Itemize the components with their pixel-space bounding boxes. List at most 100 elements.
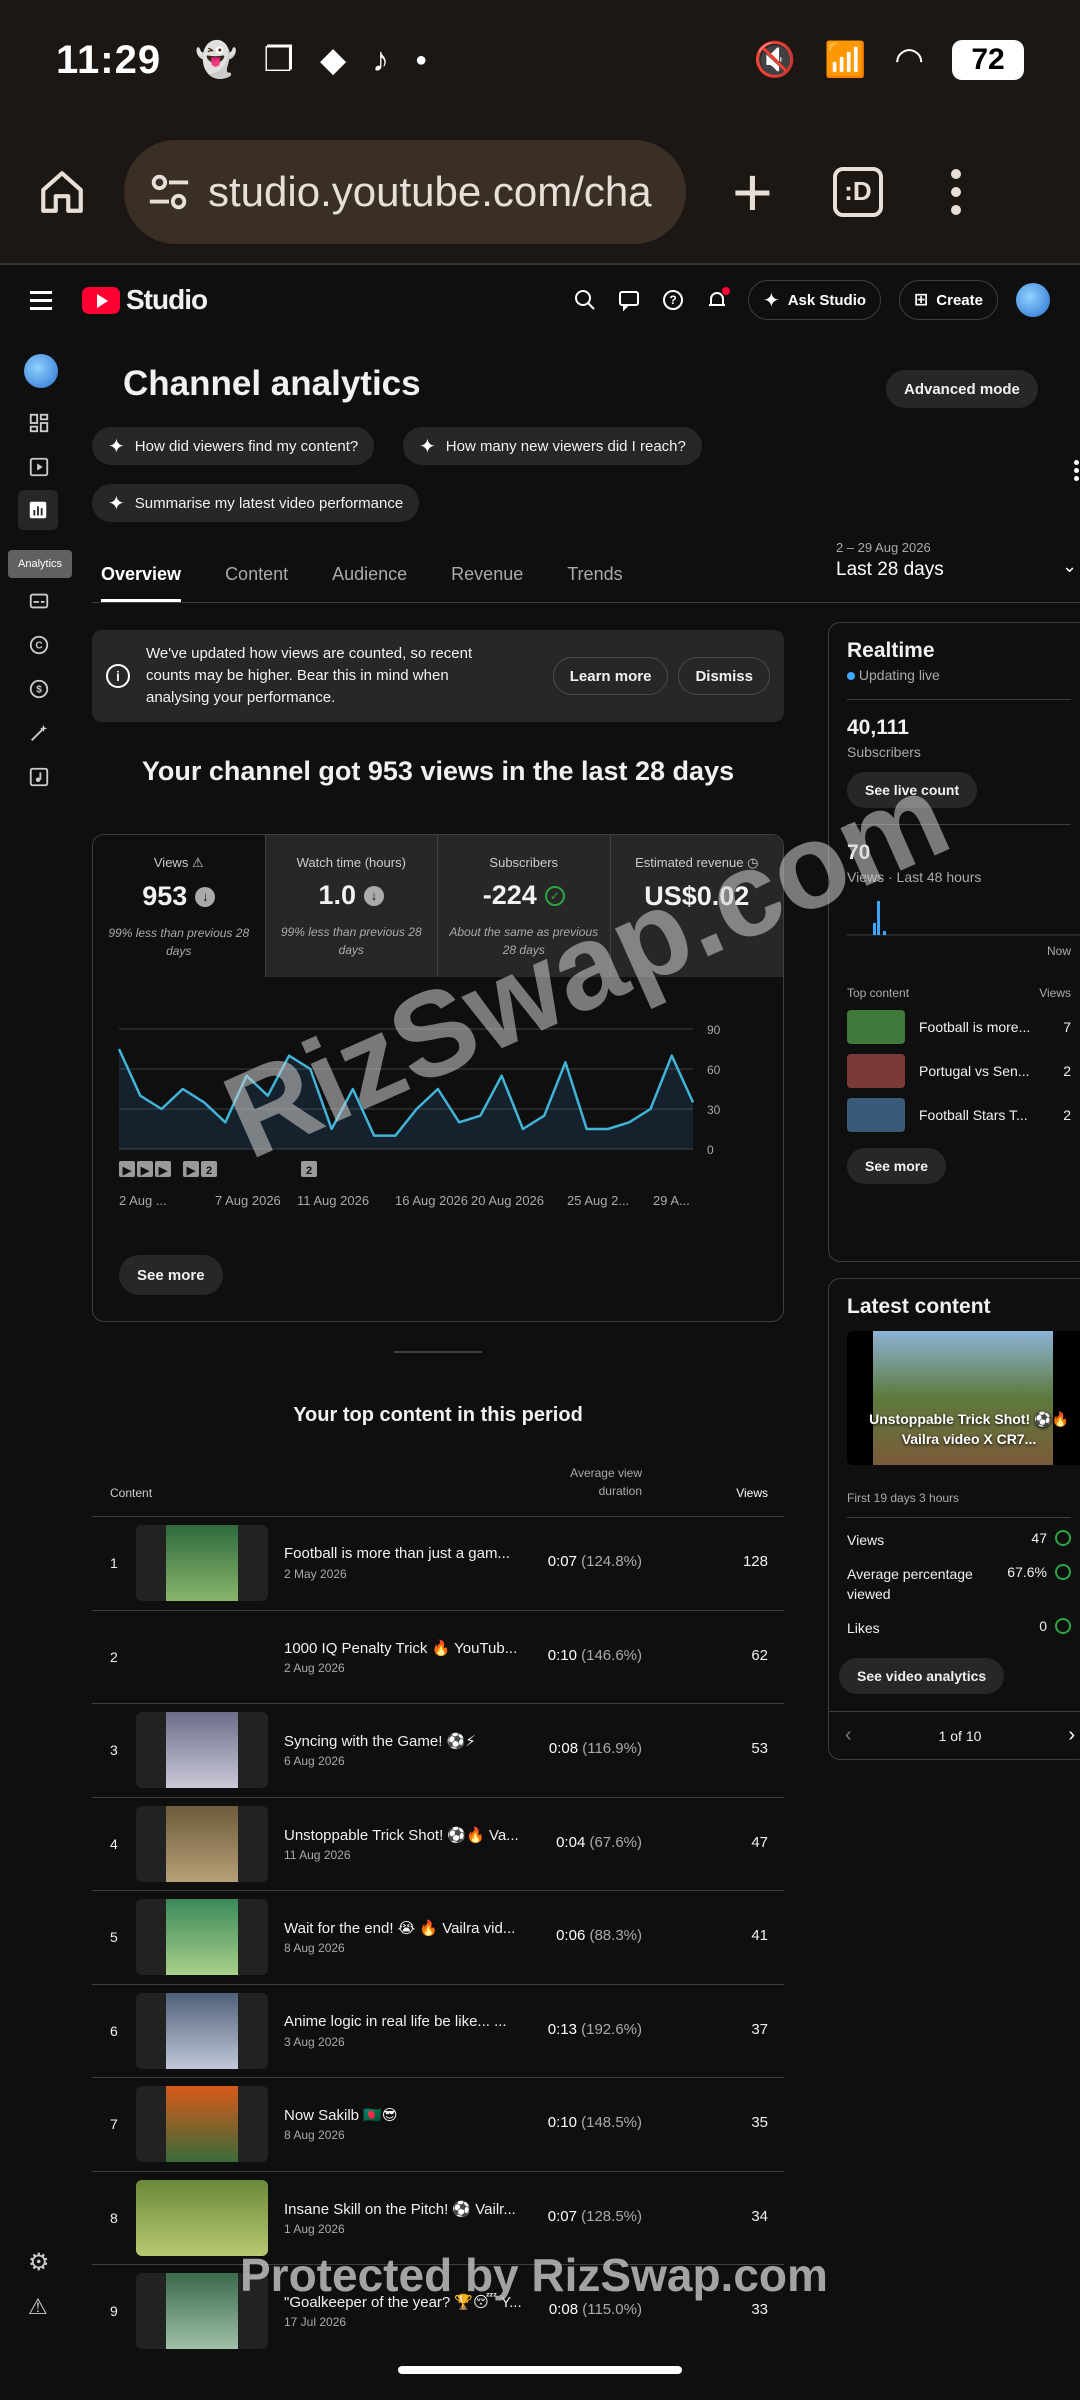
copyright-icon[interactable]: C: [26, 632, 52, 658]
tab-revenue[interactable]: Revenue: [451, 564, 523, 602]
content-icon[interactable]: [26, 454, 52, 480]
arrow-down-icon: ↓: [195, 886, 216, 907]
latest-video-thumbnail[interactable]: Unstoppable Trick Shot! ⚽🔥 Vailra video …: [847, 1331, 1080, 1465]
realtime-content-item[interactable]: Portugal vs Sen... 2: [847, 1054, 1071, 1088]
date-range-label: Last 28 days: [836, 559, 944, 580]
site-settings-icon[interactable]: [146, 169, 192, 215]
video-title[interactable]: Football is more than just a gam...: [284, 1545, 524, 1562]
chip-label: Summarise my latest video performance: [134, 494, 404, 512]
suggestion-chip-summarise[interactable]: ✦ Summarise my latest video performance: [92, 484, 420, 522]
tab-content[interactable]: Content: [225, 564, 288, 602]
video-thumbnail[interactable]: [136, 1992, 268, 2069]
video-date: 1 Aug 2026: [284, 2221, 345, 2236]
suggestion-chip-viewers[interactable]: ✦ How did viewers find my content?: [92, 427, 375, 465]
check-icon: [1055, 1618, 1071, 1634]
video-title[interactable]: Wait for the end! 😭 🔥 Vailra vid...: [284, 1919, 524, 1937]
learn-more-button[interactable]: Learn more: [552, 657, 669, 695]
tab-switcher-button[interactable]: :D: [832, 166, 883, 217]
next-icon[interactable]: ›: [1068, 1724, 1075, 1747]
stat-value: 47: [1031, 1530, 1047, 1546]
menu-icon[interactable]: [30, 290, 52, 310]
video-title: Football is more...: [919, 1019, 1031, 1035]
ask-studio-label: Ask Studio: [787, 291, 867, 309]
feedback-icon[interactable]: ⚠: [28, 2294, 48, 2320]
col-duration: Average view duration: [570, 1466, 642, 1498]
svg-text:?: ?: [669, 293, 676, 307]
see-video-analytics-button[interactable]: See video analytics: [839, 1658, 1005, 1694]
table-row[interactable]: 7 Now Sakilb 🇧🇩😎 8 Aug 2026 0:10 (148.5%…: [92, 2077, 784, 2171]
avg-view-duration: 0:08 (116.9%): [542, 1740, 642, 1757]
video-thumbnail[interactable]: [136, 2179, 268, 2256]
tab-overview[interactable]: Overview: [101, 564, 182, 602]
video-thumbnail[interactable]: [136, 1525, 268, 1601]
search-icon[interactable]: [572, 287, 598, 313]
metric-views[interactable]: Views ⚠ 953 ↓ 99% less than previous 28 d…: [93, 835, 266, 977]
settings-icon[interactable]: ⚙: [28, 2248, 50, 2277]
studio-logo[interactable]: Studio: [82, 284, 208, 316]
realtime-card: Realtime Updating live 40,111 Subscriber…: [828, 622, 1080, 1262]
comments-icon[interactable]: [616, 287, 642, 313]
chevron-down-icon[interactable]: ⌄: [1062, 556, 1077, 577]
realtime-content-item[interactable]: Football is more... 7: [847, 1010, 1071, 1044]
duration-percent: (148.5%): [581, 2114, 642, 2131]
previous-icon[interactable]: ‹: [845, 1724, 852, 1747]
video-views: 7: [1063, 1019, 1071, 1035]
video-date: 6 Aug 2026: [284, 1754, 345, 1768]
video-thumbnail[interactable]: [136, 2086, 268, 2162]
more-options-icon[interactable]: [1074, 460, 1079, 481]
video-thumbnail[interactable]: [136, 1619, 268, 1695]
x-tick-label: 7 Aug 2026: [215, 1193, 281, 1208]
create-button[interactable]: ⊞ Create: [899, 280, 998, 320]
metric-watch-time[interactable]: Watch time (hours) 1.0 ↓ 99% less than pr…: [265, 835, 438, 977]
video-title[interactable]: Now Sakilb 🇧🇩😎: [284, 2106, 524, 2124]
snapchat-icon: 👻: [195, 41, 238, 79]
duration-percent: (88.3%): [589, 1927, 642, 1944]
new-tab-icon[interactable]: +: [732, 152, 773, 232]
tab-trends[interactable]: Trends: [567, 564, 622, 602]
video-title[interactable]: Syncing with the Game! ⚽⚡: [284, 1732, 524, 1750]
advanced-mode-button[interactable]: Advanced mode: [886, 370, 1038, 408]
col-content: Content: [110, 1486, 153, 1500]
video-title[interactable]: Unstoppable Trick Shot! ⚽🔥 Va...: [284, 1826, 524, 1844]
table-row[interactable]: 4 Unstoppable Trick Shot! ⚽🔥 Va... 11 Au…: [92, 1796, 784, 1891]
table-row[interactable]: 5 Wait for the end! 😭 🔥 Vailra vid... 8 …: [92, 1890, 784, 1984]
video-thumbnail[interactable]: [136, 1899, 268, 1975]
table-row[interactable]: 1 Football is more than just a gam... 2 …: [92, 1516, 784, 1610]
earn-icon[interactable]: $: [26, 676, 52, 702]
bell-icon[interactable]: [704, 287, 730, 313]
date-range-picker[interactable]: 2 – 29 Aug 2026 Last 28 days: [836, 540, 944, 581]
realtime-content-item[interactable]: Football Stars T... 2: [847, 1098, 1071, 1132]
customisation-icon[interactable]: [26, 720, 52, 746]
video-title[interactable]: Insane Skill on the Pitch! ⚽ Vailr...: [284, 2200, 524, 2218]
tab-audience[interactable]: Audience: [332, 564, 407, 602]
address-bar[interactable]: studio.youtube.com/cha: [124, 139, 686, 244]
audio-library-icon[interactable]: [26, 764, 52, 790]
dashboard-icon[interactable]: [26, 410, 52, 436]
video-date: 8 Aug 2026: [284, 1941, 345, 1955]
ask-studio-button[interactable]: ✦ Ask Studio: [747, 280, 882, 320]
avg-view-duration: 0:10 (148.5%): [542, 2114, 642, 2131]
chart-see-more-button[interactable]: See more: [119, 1255, 223, 1295]
video-views: 34: [751, 2207, 768, 2225]
browser-menu-icon[interactable]: [950, 168, 961, 215]
dismiss-button[interactable]: Dismiss: [678, 657, 770, 695]
table-row[interactable]: 6 Anime logic in real life be like... ..…: [92, 1983, 784, 2078]
analytics-icon[interactable]: [18, 490, 58, 530]
suggestion-chip-new-viewers[interactable]: ✦ How many new viewers did I reach?: [403, 427, 702, 465]
analytics-tabs: Overview Content Audience Revenue Trends: [101, 564, 623, 602]
realtime-see-more-button[interactable]: See more: [847, 1148, 947, 1184]
row-rank: 4: [110, 1835, 118, 1852]
help-icon[interactable]: ?: [660, 287, 686, 313]
table-row[interactable]: 3 Syncing with the Game! ⚽⚡ 6 Aug 2026 0…: [92, 1703, 784, 1797]
gesture-bar[interactable]: [398, 2366, 682, 2374]
home-icon[interactable]: [30, 160, 94, 224]
table-row[interactable]: 2 1000 IQ Penalty Trick 🔥 YouTub... 2 Au…: [92, 1609, 784, 1704]
video-title[interactable]: Anime logic in real life be like... ...: [284, 2013, 524, 2030]
video-thumbnail[interactable]: [136, 1805, 268, 1882]
video-thumbnail[interactable]: [136, 1712, 268, 1788]
video-date: 3 Aug 2026: [284, 2034, 345, 2049]
avatar[interactable]: [1016, 283, 1050, 317]
subtitles-icon[interactable]: [26, 588, 52, 614]
channel-avatar[interactable]: [24, 354, 58, 388]
video-title[interactable]: 1000 IQ Penalty Trick 🔥 YouTub...: [284, 1639, 524, 1657]
